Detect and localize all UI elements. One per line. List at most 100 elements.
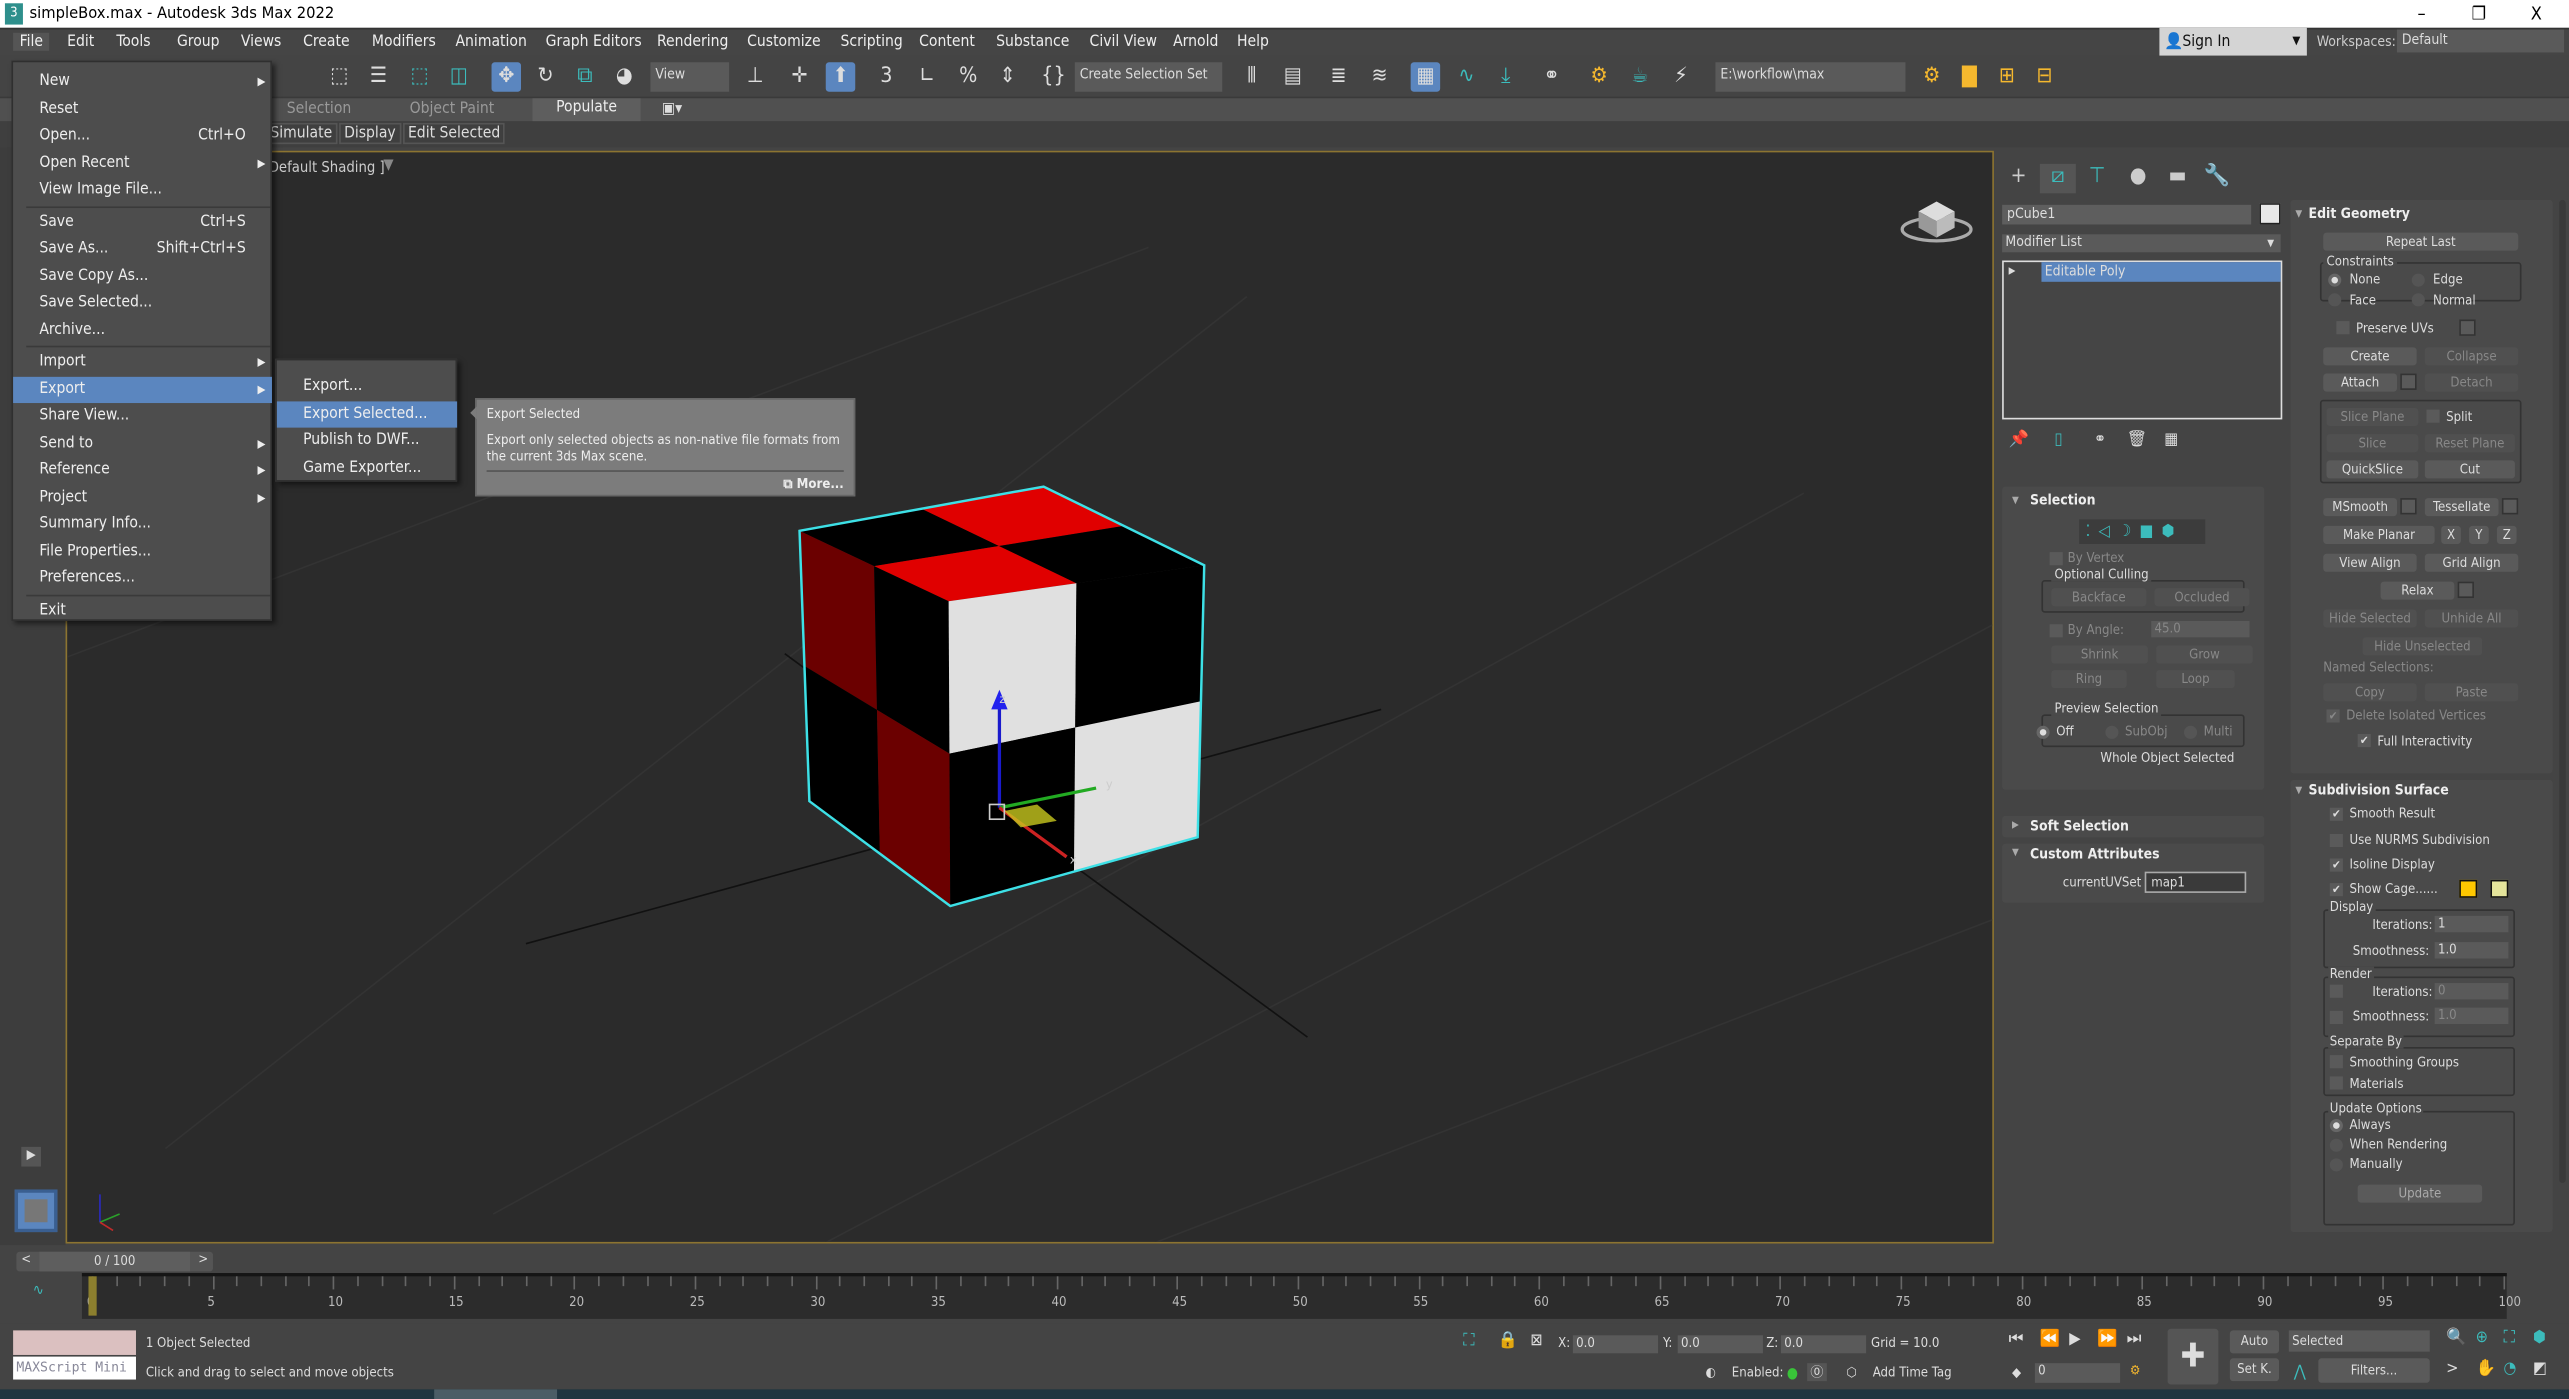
menu-tools[interactable]: Tools [116,33,150,51]
viewport-layout-button[interactable] [14,1189,58,1233]
select-object-icon[interactable]: ⬚ [324,62,353,91]
set-key-button[interactable]: Set K. [2229,1358,2280,1382]
shrink-button[interactable]: Shrink [2051,645,2148,664]
project-folder-icon[interactable]: ▇ [1955,62,1984,91]
export-menu-item-game-exporter[interactable]: Game Exporter... [277,455,457,481]
create-button[interactable]: Create [2323,347,2417,366]
isolate-selection-icon[interactable]: ⛶ [1463,1332,1474,1350]
display-smoothness-spinner[interactable]: 1.0 [2434,942,2509,959]
current-frame-input[interactable]: 0 [2034,1363,2121,1383]
collapse-icon[interactable]: ▼ [2012,847,2019,858]
named-selection-dropdown[interactable]: Create Selection Set [1074,62,1223,92]
planar-z-button[interactable]: Z [2496,525,2517,544]
time-slider-marker[interactable] [88,1276,97,1316]
occluded-button[interactable]: Occluded [2154,588,2250,607]
placement-icon[interactable]: ◕ [609,62,638,91]
zoom-extents-all-icon[interactable]: ⬢ [2533,1329,2546,1347]
file-menu-item-view-image-file[interactable]: View Image File... [13,177,272,203]
listener-output[interactable] [13,1330,136,1355]
file-menu-item-project[interactable]: Project ▶ [13,484,272,510]
vertex-icon[interactable]: ⁚ [2086,523,2099,541]
rectangular-selection-icon[interactable]: ⬚ [405,62,434,91]
angle-spinner[interactable]: 45.0 [2151,620,2250,638]
file-menu-item-reference[interactable]: Reference ▶ [13,457,272,483]
menu-edit[interactable]: Edit [67,33,94,51]
minimize-button[interactable]: – [2392,0,2451,28]
planar-x-button[interactable]: X [2441,525,2461,544]
menu-scripting[interactable]: Scripting [840,33,902,51]
ribbon-toggle-icon[interactable]: ▦ [1410,62,1441,92]
pan-icon[interactable]: ✋ [2476,1360,2496,1378]
file-menu-item-summary-info[interactable]: Summary Info... [13,511,272,537]
element-icon[interactable]: ⬢ [2162,523,2183,541]
simulate-button[interactable]: Simulate [265,122,338,145]
set-key-big-button[interactable]: ✚ [2167,1328,2219,1385]
zoom-icon[interactable]: 🔍 [2446,1329,2466,1347]
tab-object-paint[interactable]: Object Paint [410,100,495,118]
polygon-icon[interactable]: ■ [2140,523,2162,541]
cage-selection-color-swatch[interactable] [2490,879,2509,898]
time-configuration-icon[interactable]: ⚙ [2130,1363,2141,1378]
update-always-radio[interactable] [2329,1119,2343,1133]
file-menu-item-open-recent[interactable]: Open Recent ▶ [13,150,272,176]
menu-civil-view[interactable]: Civil View [1090,33,1157,51]
attach-list-button[interactable] [2400,373,2417,390]
viewcube-icon[interactable] [1899,185,1974,244]
percent-snap-icon[interactable]: % [954,62,983,91]
file-menu-item-send-to[interactable]: Send to ▶ [13,430,272,456]
taskbar-scroll-thumb[interactable] [434,1389,558,1399]
subobject-level-icons[interactable]: ⁚◁☽■⬢ [2079,519,2206,544]
maximize-viewport-icon[interactable]: ◩ [2533,1360,2547,1378]
slice-plane-button[interactable]: Slice Plane [2326,407,2419,426]
collapse-icon[interactable]: ▼ [2295,785,2302,796]
export-menu-item-publish-to-dwf[interactable]: Publish to DWF... [277,428,457,454]
play-icon[interactable]: ▶ [2069,1330,2080,1348]
use-nurms-checkbox[interactable] [2329,833,2343,848]
next-key-icon[interactable]: ⏩ [2097,1330,2117,1348]
zoom-extents-icon[interactable]: ⛶ [2503,1329,2514,1347]
render-iterations-spinner[interactable]: 0 [2434,983,2509,1000]
display-tab-icon[interactable]: ▬ [2159,164,2195,193]
constraint-normal-radio[interactable] [2411,293,2425,307]
menu-create[interactable]: Create [303,33,350,51]
named-selection-icon[interactable]: {} [1039,62,1068,91]
show-cage-checkbox[interactable]: ✔ [2329,883,2343,897]
detach-button[interactable]: Detach [2424,373,2519,392]
workspace-dropdown[interactable]: Default [2396,29,2565,53]
soft-selection-rollout[interactable]: ▶ Soft Selection [2002,815,2265,838]
render-smoothness-spinner[interactable]: 1.0 [2434,1007,2509,1024]
absolute-mode-icon[interactable]: ⊠ [1530,1332,1542,1350]
export-menu-item-export[interactable]: Export... [277,374,457,400]
project-create-icon[interactable]: ⊞ [1992,62,2021,91]
tag-icon[interactable]: ⬡ [1846,1365,1856,1380]
planar-y-button[interactable]: Y [2469,525,2489,544]
menu-customize[interactable]: Customize [747,33,821,51]
split-checkbox[interactable] [2426,409,2440,423]
tab-selection[interactable]: Selection [287,100,352,118]
edit-geometry-header[interactable]: Edit Geometry [2309,206,2410,222]
curve-editor-mini-icon[interactable]: ∿ [33,1283,44,1299]
collapse-icon[interactable]: ▼ [2295,208,2302,219]
file-menu-item-save-copy-as[interactable]: Save Copy As... [13,263,272,289]
project-settings-icon[interactable]: ⚙ [1917,62,1946,91]
render-setup-icon[interactable]: ⚙ [1584,62,1613,91]
frame-counter[interactable]: 0 / 100 [39,1251,191,1272]
pin-stack-icon[interactable]: 📌 [2009,431,2029,449]
preview-subobj-radio[interactable] [2105,725,2119,739]
zoom-all-icon[interactable]: ⊕ [2476,1329,2488,1347]
pivot-icon[interactable]: ⊥ [741,62,770,91]
key-tangent-icon[interactable]: ⋀ [2294,1363,2306,1381]
select-manipulate-icon[interactable]: ✛ [785,62,814,91]
file-menu-item-new[interactable]: New ▶ [13,69,272,95]
file-menu-item-export[interactable]: Export ▶ [13,376,272,403]
menu-content[interactable]: Content [919,33,975,51]
cut-button[interactable]: Cut [2424,460,2515,479]
scene-explorer-icon[interactable]: ≣ [1324,62,1353,91]
previous-frame-icon[interactable]: < [21,1252,31,1267]
hide-selected-button[interactable]: Hide Selected [2323,609,2417,628]
update-manually-radio[interactable] [2329,1158,2343,1172]
panel-scrollbar[interactable] [2559,199,2566,1183]
menu-rendering[interactable]: Rendering [657,33,728,51]
reset-plane-button[interactable]: Reset Plane [2424,434,2515,453]
close-button[interactable]: X [2507,0,2566,28]
